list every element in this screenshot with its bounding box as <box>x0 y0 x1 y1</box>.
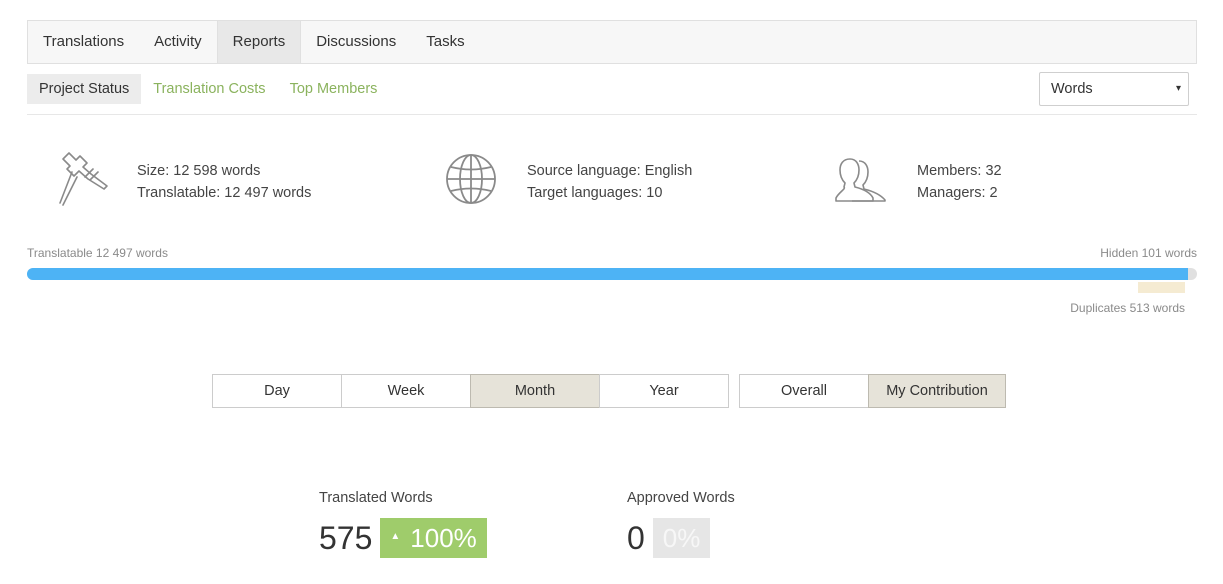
approved-words-metric: Approved Words 0 0% <box>627 490 735 558</box>
tab-tasks[interactable]: Tasks <box>411 21 479 63</box>
chevron-down-icon: ▾ <box>1175 83 1181 94</box>
translatable-line: Translatable: 12 497 words <box>137 185 312 201</box>
subtab-translation-costs[interactable]: Translation Costs <box>141 74 277 104</box>
arrow-up-icon: ▲ <box>390 531 401 543</box>
report-sub-tabs: Project Status Translation Costs Top Mem… <box>27 74 389 104</box>
tab-reports[interactable]: Reports <box>216 21 302 63</box>
translated-words-badge: ▲ 100% <box>380 518 487 558</box>
period-button-group: Day Week Month Year <box>212 374 729 408</box>
top-tabs: Translations Activity Reports Discussion… <box>27 20 1197 64</box>
size-line: Size: 12 598 words <box>137 163 261 179</box>
translatable-fill <box>27 268 1188 280</box>
size-stat: Size: 12 598 words Translatable: 12 497 … <box>55 150 355 210</box>
period-day-button[interactable]: Day <box>212 374 342 408</box>
members-line: Members: 32 <box>917 163 1002 179</box>
scope-overall-button[interactable]: Overall <box>739 374 869 408</box>
approved-words-percent: 0% <box>662 523 701 553</box>
subtab-top-members[interactable]: Top Members <box>278 74 390 104</box>
users-icon <box>835 158 886 202</box>
approved-words-label: Approved Words <box>627 490 735 506</box>
approved-words-value: 0 <box>627 520 645 556</box>
managers-line: Managers: 2 <box>917 185 998 201</box>
divider <box>27 114 1197 115</box>
members-stat: Members: 32 Managers: 2 <box>835 150 1135 210</box>
scope-my-contribution-button[interactable]: My Contribution <box>868 374 1006 408</box>
translated-words-metric: Translated Words 575 ▲ 100% <box>319 490 487 558</box>
words-progress-bar <box>27 268 1197 280</box>
unit-select-value: Words <box>1051 81 1093 97</box>
translated-words-label: Translated Words <box>319 490 433 506</box>
period-month-button[interactable]: Month <box>470 374 600 408</box>
hidden-label: Hidden 101 words <box>1100 246 1197 260</box>
caliper-icon <box>59 152 108 206</box>
duplicates-label: Duplicates 513 words <box>1070 301 1185 315</box>
tab-discussions[interactable]: Discussions <box>301 21 411 63</box>
translated-words-percent: 100% <box>410 523 477 553</box>
languages-stat: Source language: English Target language… <box>445 150 745 210</box>
subtab-project-status[interactable]: Project Status <box>27 74 142 104</box>
source-language-line: Source language: English <box>527 163 693 179</box>
tab-activity[interactable]: Activity <box>139 21 217 63</box>
period-year-button[interactable]: Year <box>599 374 729 408</box>
unit-select[interactable]: Words ▾ <box>1039 72 1189 106</box>
approved-words-badge: 0% <box>652 518 711 558</box>
duplicates-segment <box>1138 282 1185 293</box>
globe-icon <box>446 154 496 204</box>
target-languages-line: Target languages: 10 <box>527 185 663 201</box>
tab-translations[interactable]: Translations <box>28 21 139 63</box>
scope-button-group: Overall My Contribution <box>739 374 1006 408</box>
period-week-button[interactable]: Week <box>341 374 471 408</box>
translatable-label: Translatable 12 497 words <box>27 246 168 260</box>
translated-words-value: 575 <box>319 520 373 556</box>
